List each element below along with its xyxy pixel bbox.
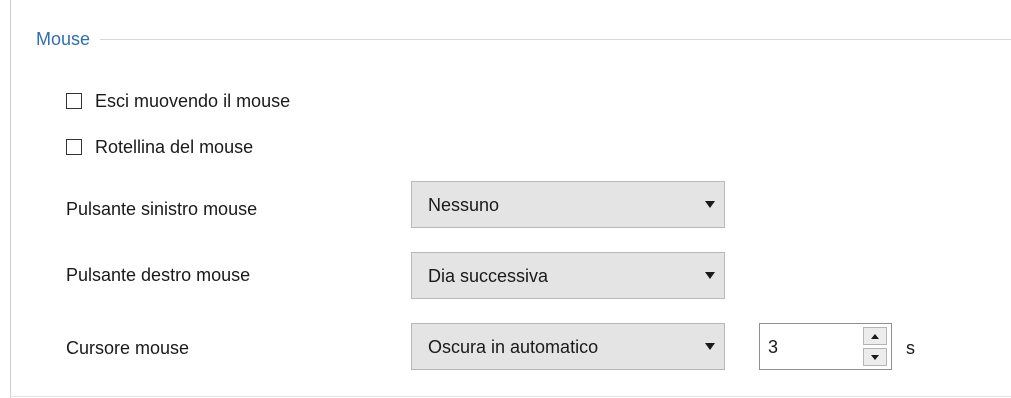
increment-button[interactable] (863, 327, 887, 345)
right-button-label: Pulsante destro mouse (66, 265, 251, 285)
arrow-up-icon (871, 333, 879, 339)
left-button-value: Nessuno (428, 194, 500, 215)
left-button-dropdown[interactable]: Nessuno (411, 181, 725, 228)
dropdown-arrow-icon (705, 272, 715, 279)
decrement-button[interactable] (863, 348, 887, 366)
exit-on-mouse-move-checkbox[interactable] (66, 93, 82, 109)
right-button-dropdown[interactable]: Dia successiva (411, 252, 725, 299)
cursor-timeout-value[interactable]: 3 (760, 335, 863, 359)
exit-on-mouse-move-option[interactable]: Esci muovendo il mouse (66, 89, 290, 113)
mouse-wheel-option[interactable]: Rotellina del mouse (66, 135, 253, 159)
dropdown-arrow-icon (705, 343, 715, 350)
panel-bottom-border (10, 396, 1011, 397)
panel-left-border (10, 0, 11, 398)
right-button-value: Dia successiva (428, 265, 549, 286)
group-divider (36, 39, 1011, 40)
exit-on-mouse-move-label[interactable]: Esci muovendo il mouse (95, 89, 290, 113)
seconds-unit-label: s (906, 338, 915, 358)
cursor-dropdown[interactable]: Oscura in automatico (411, 323, 725, 370)
mouse-settings-panel: Mouse Esci muovendo il mouse Rotellina d… (0, 0, 1011, 398)
left-button-label: Pulsante sinistro mouse (66, 199, 258, 219)
cursor-timeout-spinner[interactable]: 3 (759, 323, 892, 370)
arrow-down-icon (871, 354, 879, 360)
dropdown-arrow-icon (705, 201, 715, 208)
mouse-wheel-label[interactable]: Rotellina del mouse (95, 135, 253, 159)
cursor-label: Cursore mouse (66, 338, 190, 358)
mouse-wheel-checkbox[interactable] (66, 139, 82, 155)
spinner-buttons (863, 327, 887, 366)
group-title: Mouse (36, 28, 101, 50)
cursor-value: Oscura in automatico (428, 336, 599, 357)
